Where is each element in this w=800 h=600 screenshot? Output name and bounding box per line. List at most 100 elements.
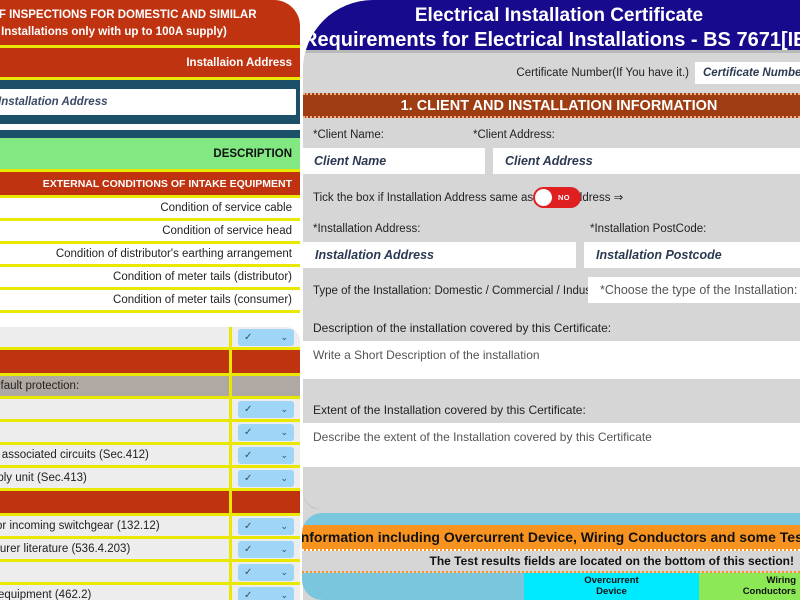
check-icon: ✓	[244, 427, 252, 438]
inspection-select-cell[interactable]: ✓ ⌄	[232, 516, 300, 536]
inspection-select-cell[interactable]: ✓ ⌄	[232, 562, 300, 582]
table-row[interactable]: ✓ ⌄	[0, 562, 300, 585]
check-icon: ✓	[244, 567, 252, 578]
chevron-down-icon: ⌄	[280, 332, 288, 343]
client-name-label: *Client Name:	[303, 129, 463, 141]
overcurrent-line2: Device	[596, 587, 627, 598]
table-row[interactable]: Double insulation and associated circuit…	[0, 445, 300, 468]
inspection-select[interactable]: ✓ ⌄	[238, 447, 294, 464]
client-address-input[interactable]: Client Address	[493, 148, 800, 174]
circuits-header-overcurrent-device: Overcurrent Device	[524, 573, 699, 600]
circuits-panel-note: The Test results fields are located on t…	[302, 551, 800, 573]
extent-label: Extent of the Installation covered by th…	[303, 397, 800, 423]
inspection-select-cell[interactable]: ✓ ⌄	[232, 468, 300, 488]
client-labels-row: *Client Name: *Client Address:	[303, 124, 800, 146]
inspection-label: Separation of the supply unit (Sec.413)	[0, 468, 232, 488]
condition-rows: Condition of service cable Condition of …	[0, 198, 300, 313]
description-input[interactable]: Write a Short Description of the install…	[303, 341, 800, 379]
description-band: DESCRIPTION	[0, 138, 300, 172]
table-row-subheading: Methods of basic and fault protection:	[0, 376, 300, 399]
table-row[interactable]: Presence of isolator for incoming switch…	[0, 516, 300, 539]
certificate-title: Electrical Installation Certificate Requ…	[303, 0, 800, 50]
inspection-select-cell[interactable]: ✓ ⌄	[232, 422, 300, 442]
chevron-down-icon: ⌄	[280, 521, 288, 532]
section-rounded-divider	[303, 491, 800, 509]
inspection-select[interactable]: ✓ ⌄	[238, 587, 294, 600]
check-icon: ✓	[244, 590, 252, 600]
certificate-number-label: Certificate Number(If You have it.)	[516, 67, 689, 79]
check-icon: ✓	[244, 404, 252, 415]
circuits-panel-top-strip	[302, 513, 800, 525]
circuits-table-header: Overcurrent Device Wiring Conductors	[302, 573, 800, 600]
inspection-select[interactable]: ✓ ⌄	[238, 564, 294, 581]
extent-input[interactable]: Describe the extent of the Installation …	[303, 423, 800, 467]
installation-inputs-row: Installation Address Installation Postco…	[303, 240, 800, 270]
installation-address-input[interactable]: Installation Address	[303, 242, 576, 268]
inspection-select-cell[interactable]: ✓ ⌄	[232, 399, 300, 419]
inspection-label	[0, 327, 232, 347]
installation-postcode-input[interactable]: Installation Postcode	[584, 242, 800, 268]
table-row[interactable]: Presence of manufacturer literature (536…	[0, 539, 300, 562]
table-row[interactable]: PELV (Sec.414) ✓ ⌄	[0, 422, 300, 445]
inspection-select[interactable]: ✓ ⌄	[238, 541, 294, 558]
inspection-label: Presence of isolation equipment (462.2)	[0, 585, 232, 600]
chevron-down-icon: ⌄	[280, 427, 288, 438]
inspection-select-cell	[232, 491, 300, 513]
installation-address-input[interactable]: Installation Address	[0, 89, 296, 115]
table-row[interactable]: SELV (Sec.414) ✓ ⌄	[0, 399, 300, 422]
inspection-select[interactable]: ✓ ⌄	[238, 401, 294, 418]
electrical-installation-certificate-window: Electrical Installation Certificate Requ…	[303, 0, 800, 600]
toggle-state-label: NO	[558, 193, 570, 202]
check-icon: ✓	[244, 544, 252, 555]
schedule-spacer	[0, 313, 300, 327]
chevron-down-icon: ⌄	[280, 544, 288, 555]
inspection-label	[0, 562, 232, 582]
inspection-label: Presence of manufacturer literature (536…	[0, 539, 232, 559]
client-address-label: *Client Address:	[463, 129, 800, 141]
schedule-navy-strip	[0, 130, 300, 138]
inspection-select-cell[interactable]: ✓ ⌄	[232, 327, 300, 347]
chevron-down-icon: ⌄	[280, 404, 288, 415]
inspection-select-cell[interactable]: ✓ ⌄	[232, 539, 300, 559]
table-row[interactable]: Separation of the supply unit (Sec.413) …	[0, 468, 300, 491]
column-header-installation-address: Installaion Address	[0, 48, 300, 77]
table-row[interactable]: ✓ ⌄	[0, 327, 300, 350]
wiring-line2: Conductors	[743, 587, 796, 598]
inspection-label: Presence of isolator for incoming switch…	[0, 516, 232, 536]
inspection-select[interactable]: ✓ ⌄	[238, 329, 294, 346]
inspection-select-cell[interactable]: ✓ ⌄	[232, 445, 300, 465]
inspection-select[interactable]: ✓ ⌄	[238, 424, 294, 441]
certificate-number-input[interactable]: Certificate Number	[695, 62, 800, 84]
external-conditions-band: EXTERNAL CONDITIONS OF INTAKE EQUIPMENT	[0, 172, 300, 198]
certificate-title-line1: Electrical Installation Certificate	[303, 4, 800, 28]
installation-type-select[interactable]: *Choose the type of the Installation:	[588, 277, 800, 303]
chevron-down-icon: ⌄	[280, 590, 288, 600]
condition-row: Condition of meter tails (consumer)	[0, 290, 300, 313]
schedule-of-inspections-window: SCHEDULE OF INSPECTIONS FOR DOMESTIC AND…	[0, 0, 300, 600]
inspection-label: Methods of basic and fault protection:	[0, 376, 232, 396]
condition-row: Condition of distributor's earthing arra…	[0, 244, 300, 267]
inspection-select[interactable]: ✓ ⌄	[238, 518, 294, 535]
inspection-select-cell[interactable]: ✓ ⌄	[232, 585, 300, 600]
same-address-row: Tick the box if Installation Address sam…	[303, 176, 800, 218]
table-row[interactable]: Presence of isolation equipment (462.2) …	[0, 585, 300, 600]
inspection-table: ✓ ⌄ Methods of basic and fault protectio…	[0, 327, 300, 600]
chevron-down-icon: ⌄	[280, 450, 288, 461]
schedule-title-line2: (for new Installations only with up to 1…	[0, 24, 296, 41]
check-icon: ✓	[244, 332, 252, 343]
installation-address-label: *Installation Address:	[303, 223, 580, 235]
check-icon: ✓	[244, 450, 252, 461]
inspection-label	[0, 491, 232, 513]
inspection-label: Double insulation and associated circuit…	[0, 445, 232, 465]
wiring-line1: Wiring	[767, 576, 796, 587]
spacer	[303, 305, 800, 315]
table-row-divider	[0, 350, 300, 376]
inspection-select[interactable]: ✓ ⌄	[238, 470, 294, 487]
circuits-panel-title: Circuits information including Overcurre…	[302, 525, 800, 551]
schedule-column-headers: Client Name Installaion Address	[0, 45, 300, 80]
client-name-input[interactable]: Client Name	[303, 148, 485, 174]
same-address-toggle[interactable]: NO	[533, 187, 581, 208]
condition-row: Condition of service cable	[0, 198, 300, 221]
description-label: Description of the installation covered …	[303, 315, 800, 341]
schedule-input-row: Client Name Installation Address	[0, 80, 300, 124]
